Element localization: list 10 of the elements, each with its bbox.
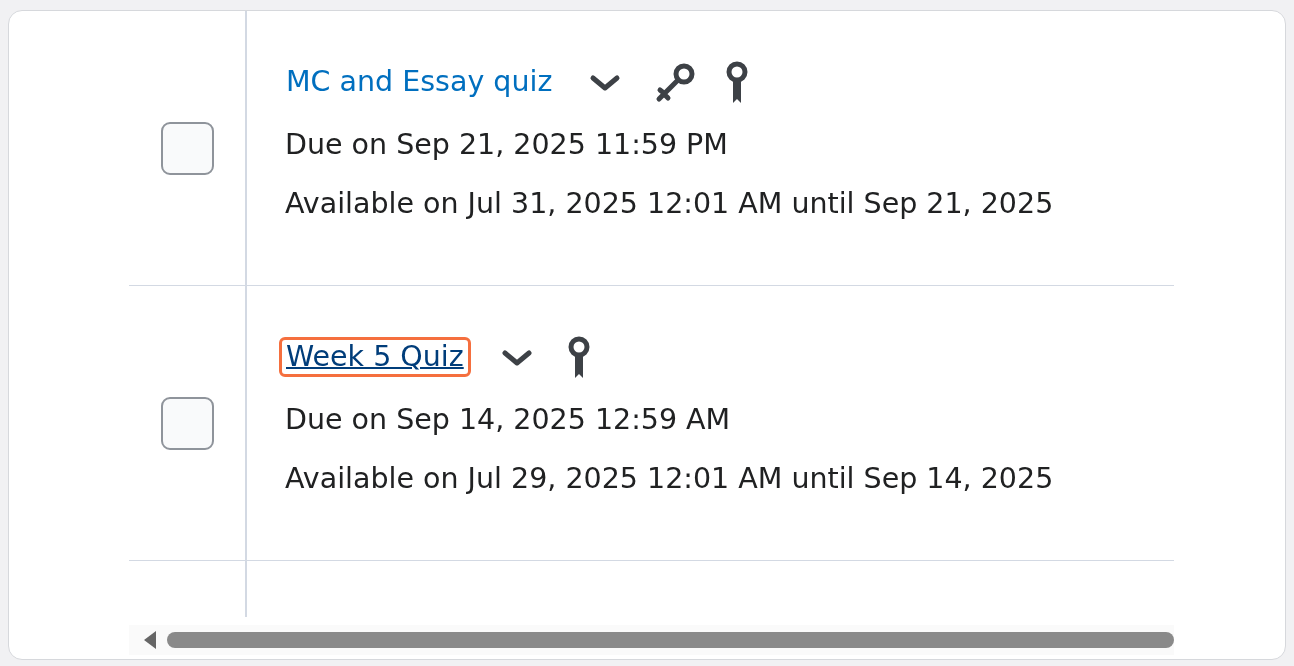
quiz-title-link[interactable]: MC and Essay quiz — [279, 62, 560, 103]
due-date-text: Due on Sep 21, 2025 11:59 PM — [285, 129, 729, 161]
scrollbar-thumb[interactable] — [167, 632, 1174, 648]
availability-text: Available on Jul 29, 2025 12:01 AM until Sep 14, 2025 — [285, 463, 1055, 495]
scroll-left-icon[interactable] — [143, 630, 157, 650]
quiz-title-link[interactable]: Week 5 Quiz — [279, 337, 471, 378]
checkbox[interactable] — [160, 396, 214, 450]
checkbox[interactable] — [160, 121, 214, 175]
due-date-text: Due on Sep 14, 2025 12:59 AM — [285, 404, 732, 436]
availability-text: Available on Jul 31, 2025 12:01 AM until Sep 21, 2025 — [285, 188, 1055, 220]
